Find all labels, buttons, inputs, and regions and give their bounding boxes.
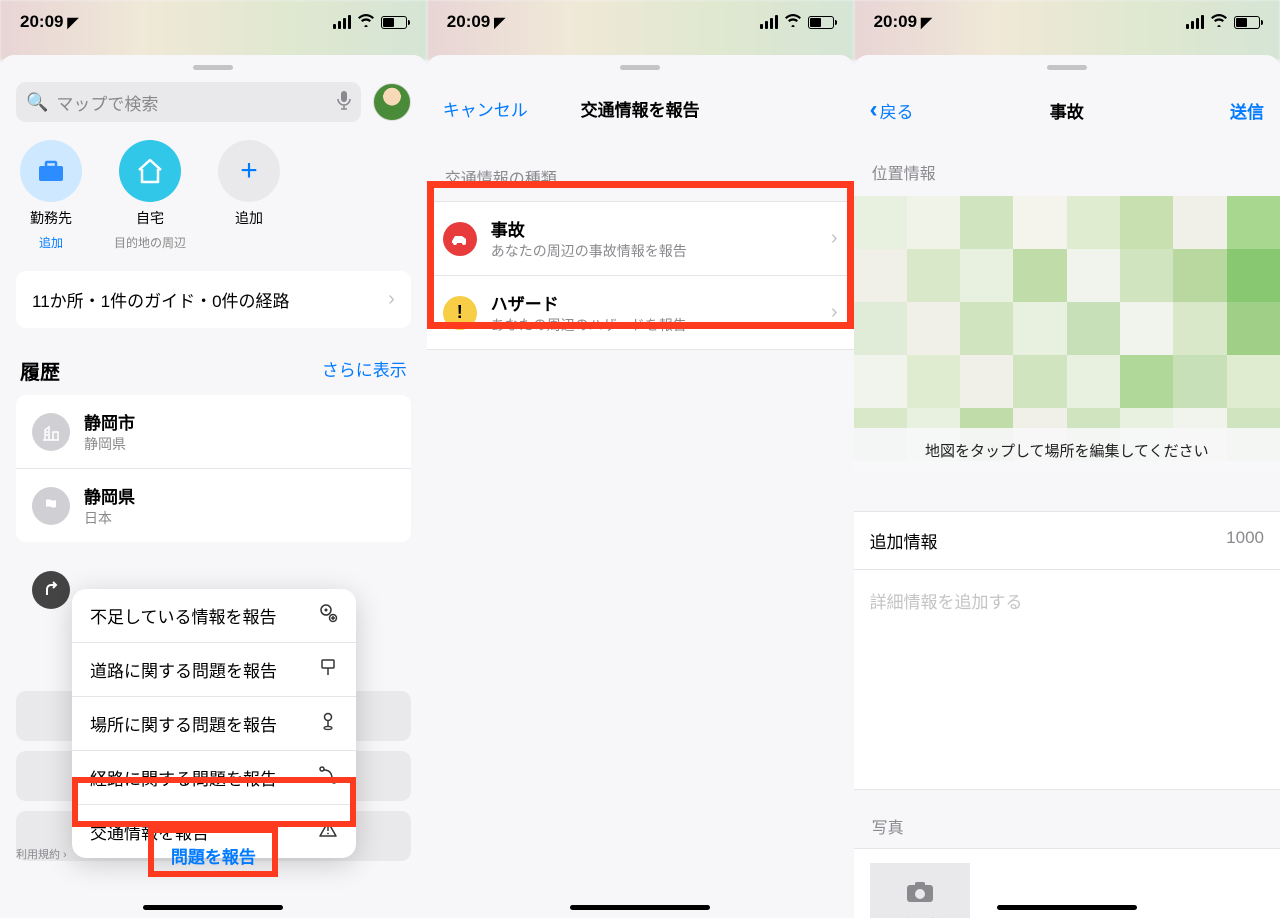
photos-label: 写真 <box>854 800 1280 848</box>
guides-summary-row[interactable]: 11か所・1件のガイド・0件の経路 › <box>16 271 411 328</box>
location-label: 位置情報 <box>854 138 1280 196</box>
accident-icon <box>443 222 477 256</box>
flag-icon <box>32 487 70 525</box>
report-context-menu: 不足している情報を報告 道路に関する問題を報告 場所に関する問題を報告 経路に関… <box>72 589 356 858</box>
briefcase-icon <box>20 140 82 202</box>
pin-add-icon <box>318 603 338 628</box>
nav-title: 事故 <box>1050 98 1084 123</box>
traffic-type-label: 交通情報の種類 <box>427 135 854 201</box>
route-icon <box>318 765 338 790</box>
history-item[interactable]: 静岡県 日本 <box>16 469 411 542</box>
cancel-button[interactable]: キャンセル <box>443 96 528 121</box>
microphone-icon[interactable] <box>337 90 351 115</box>
char-count: 1000 <box>1226 528 1264 553</box>
phone-2: 20:09 ◤ キャンセル 交通情報を報告 交通情報の種類 <box>427 0 854 918</box>
history-more-link[interactable]: さらに表示 <box>322 356 407 385</box>
home-indicator[interactable] <box>997 905 1137 910</box>
favorite-work[interactable]: 勤務先 追加 <box>20 140 82 251</box>
status-bar: 20:09 ◤ <box>854 0 1280 44</box>
location-services-icon: ◤ <box>921 14 932 31</box>
send-button[interactable]: 送信 <box>1230 98 1264 123</box>
menu-place-problem[interactable]: 場所に関する問題を報告 <box>72 697 356 751</box>
add-photo-tile[interactable]: 写真を追加 <box>870 863 970 918</box>
menu-missing-info[interactable]: 不足している情報を報告 <box>72 589 356 643</box>
warning-icon <box>318 819 338 844</box>
road-sign-icon <box>318 657 338 682</box>
location-services-icon: ◤ <box>67 14 78 31</box>
traffic-type-list: 事故 あなたの周辺の事故情報を報告 › ! ハザード あなたの周辺のハザードを報… <box>427 201 854 350</box>
accident-sheet: ‹ 戻る 事故 送信 位置情報 地図をタップして場所を編集してください 追加情報… <box>854 55 1280 918</box>
search-icon: 🔍 <box>26 92 48 113</box>
favorite-home[interactable]: 自宅 目的地の周辺 <box>114 140 186 251</box>
history-item[interactable]: 静岡市 静岡県 <box>16 395 411 469</box>
home-icon <box>119 140 181 202</box>
additional-info-row: 追加情報 1000 <box>854 511 1280 570</box>
directions-icon <box>32 571 70 609</box>
battery-icon <box>808 16 834 29</box>
nav-title: 交通情報を報告 <box>581 96 700 121</box>
sheet-grabber[interactable] <box>620 65 660 70</box>
map-hint: 地図をタップして場所を編集してください <box>854 428 1280 473</box>
signal-icon <box>1186 15 1204 29</box>
wifi-icon <box>1210 13 1228 32</box>
wifi-icon <box>784 13 802 32</box>
search-sheet: 🔍 マップで検索 勤務先 追加 自宅 目的地の周辺 <box>0 55 427 918</box>
details-textarea[interactable]: 詳細情報を追加する <box>854 570 1280 790</box>
chevron-right-icon: › <box>831 301 838 324</box>
home-indicator[interactable] <box>570 905 710 910</box>
history-title: 履歴 <box>20 356 60 385</box>
hazard-icon: ! <box>443 296 477 330</box>
summary-text: 11か所・1件のガイド・0件の経路 <box>32 287 290 312</box>
report-problem-button[interactable]: 問題を報告 <box>171 843 256 868</box>
wifi-icon <box>357 13 375 32</box>
sheet-grabber[interactable] <box>1047 65 1087 70</box>
status-time: 20:09 <box>20 12 63 32</box>
favorite-add[interactable]: + 追加 <box>218 140 280 251</box>
favorites-row: 勤務先 追加 自宅 目的地の周辺 + 追加 <box>0 122 427 261</box>
chevron-left-icon: ‹ <box>870 96 878 124</box>
row-hazard[interactable]: ! ハザード あなたの周辺のハザードを報告 › <box>427 276 854 349</box>
map-thumbnail[interactable] <box>854 196 1280 461</box>
building-icon <box>32 413 70 451</box>
phone-3: 20:09 ◤ ‹ 戻る 事故 送信 位置情報 <box>854 0 1280 918</box>
row-accident[interactable]: 事故 あなたの周辺の事故情報を報告 › <box>427 202 854 276</box>
report-sheet: キャンセル 交通情報を報告 交通情報の種類 事故 あなたの周辺の事故情報を報告 … <box>427 55 854 918</box>
avatar[interactable] <box>373 83 411 121</box>
status-bar: 20:09 ◤ <box>427 0 854 44</box>
menu-route-problem[interactable]: 経路に関する問題を報告 <box>72 751 356 805</box>
terms-link[interactable]: 利用規約 › <box>16 846 67 862</box>
additional-label: 追加情報 <box>870 528 938 553</box>
status-time: 20:09 <box>447 12 490 32</box>
pin-icon <box>318 711 338 736</box>
signal-icon <box>760 15 778 29</box>
status-time: 20:09 <box>874 12 917 32</box>
sheet-grabber[interactable] <box>193 65 233 70</box>
chevron-right-icon: › <box>831 227 838 250</box>
menu-road-problem[interactable]: 道路に関する問題を報告 <box>72 643 356 697</box>
search-input[interactable]: 🔍 マップで検索 <box>16 82 361 122</box>
history-list: 静岡市 静岡県 静岡県 日本 <box>16 395 411 542</box>
battery-icon <box>1234 16 1260 29</box>
back-button[interactable]: ‹ 戻る <box>870 96 914 124</box>
search-placeholder: マップで検索 <box>56 90 328 115</box>
phone-1: 20:09 ◤ 🔍 マップで検索 <box>0 0 427 918</box>
camera-icon <box>905 879 935 911</box>
status-bar: 20:09 ◤ <box>0 0 427 44</box>
battery-icon <box>381 16 407 29</box>
signal-icon <box>333 15 351 29</box>
location-services-icon: ◤ <box>494 14 505 31</box>
chevron-right-icon: › <box>388 288 395 311</box>
plus-icon: + <box>218 140 280 202</box>
home-indicator[interactable] <box>143 905 283 910</box>
